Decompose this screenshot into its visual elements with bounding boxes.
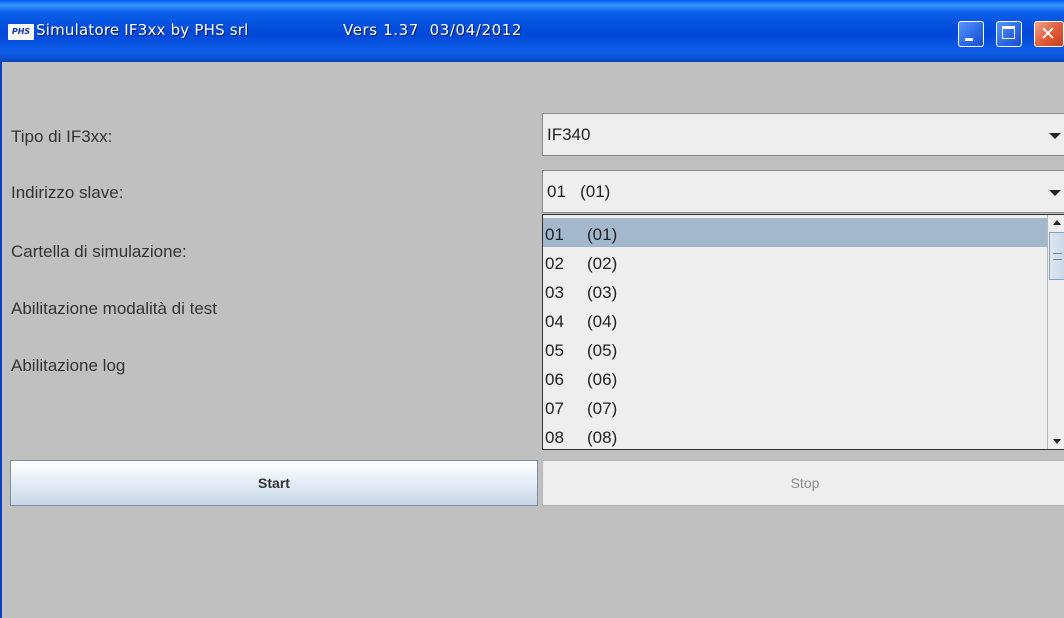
stop-button[interactable]: Stop xyxy=(542,460,1064,506)
minimize-button[interactable] xyxy=(958,21,984,47)
test-mode-label: Abilitazione modalità di test xyxy=(11,299,218,318)
dropdown-item[interactable]: 01 (01) xyxy=(543,218,1047,247)
dropdown-item-code: 07 xyxy=(545,399,564,418)
dropdown-item[interactable]: 06 (06) xyxy=(543,363,1047,392)
window-left-border xyxy=(0,62,2,618)
cartella-label: Cartella di simulazione: xyxy=(11,242,187,261)
dropdown-item-code: 06 xyxy=(545,370,564,389)
indirizzo-combo-value: 01 (01) xyxy=(547,182,611,201)
dropdown-item-sub: (04) xyxy=(587,312,618,331)
dropdown-scrollbar[interactable] xyxy=(1047,215,1064,449)
dropdown-item-sub: (02) xyxy=(587,254,618,273)
start-button[interactable]: Start xyxy=(10,460,538,506)
dropdown-item-sub: (08) xyxy=(587,428,618,447)
dropdown-item-code: 02 xyxy=(545,254,564,273)
dropdown-item-sub: (05) xyxy=(587,341,618,360)
window-version: Vers 1.37 03/04/2012 xyxy=(343,21,523,39)
tipo-label: Tipo di IF3xx: xyxy=(11,127,113,146)
tipo-combo[interactable]: IF340 xyxy=(542,113,1064,156)
dropdown-item-code: 03 xyxy=(545,283,564,302)
dropdown-item-code: 05 xyxy=(545,341,564,360)
close-icon: ✕ xyxy=(1040,23,1056,45)
dropdown-item[interactable]: 08 (08) xyxy=(543,421,1047,449)
dropdown-item[interactable]: 07 (07) xyxy=(543,392,1047,421)
app-icon: PHS xyxy=(8,24,34,40)
chevron-down-icon[interactable] xyxy=(1049,133,1061,139)
indirizzo-label: Indirizzo slave: xyxy=(11,183,124,202)
log-label: Abilitazione log xyxy=(11,356,126,375)
indirizzo-combo[interactable]: 01 (01) xyxy=(542,170,1064,213)
scroll-thumb[interactable] xyxy=(1049,232,1064,280)
dropdown-item-sub: (01) xyxy=(587,225,618,244)
dropdown-item[interactable]: 04 (04) xyxy=(543,305,1047,334)
close-button[interactable]: ✕ xyxy=(1034,21,1064,47)
window-title: Simulatore IF3xx by PHS srl xyxy=(36,21,249,39)
dropdown-item[interactable]: 03 (03) xyxy=(543,276,1047,305)
dropdown-item[interactable]: 05 (05) xyxy=(543,334,1047,363)
chevron-down-icon[interactable] xyxy=(1049,190,1061,196)
dropdown-item[interactable]: 02 (02) xyxy=(543,247,1047,276)
title-bar[interactable]: PHS Simulatore IF3xx by PHS srl Vers 1.3… xyxy=(0,0,1064,62)
dropdown-item-code: 04 xyxy=(545,312,564,331)
scroll-up-icon[interactable] xyxy=(1048,215,1064,231)
dropdown-item-sub: (06) xyxy=(587,370,618,389)
simulator-window: PHS Simulatore IF3xx by PHS srl Vers 1.3… xyxy=(0,0,1064,618)
dropdown-item-code: 01 xyxy=(545,225,564,244)
dropdown-item-sub: (03) xyxy=(587,283,618,302)
scroll-down-icon[interactable] xyxy=(1048,433,1064,449)
indirizzo-dropdown-list: 01 (01) 02 (02) 03 (03) 04 (04) 05 (05) … xyxy=(542,214,1064,450)
dropdown-item-sub: (07) xyxy=(587,399,618,418)
tipo-combo-value: IF340 xyxy=(547,125,591,144)
maximize-button[interactable] xyxy=(996,21,1022,47)
dropdown-item-code: 08 xyxy=(545,428,564,447)
